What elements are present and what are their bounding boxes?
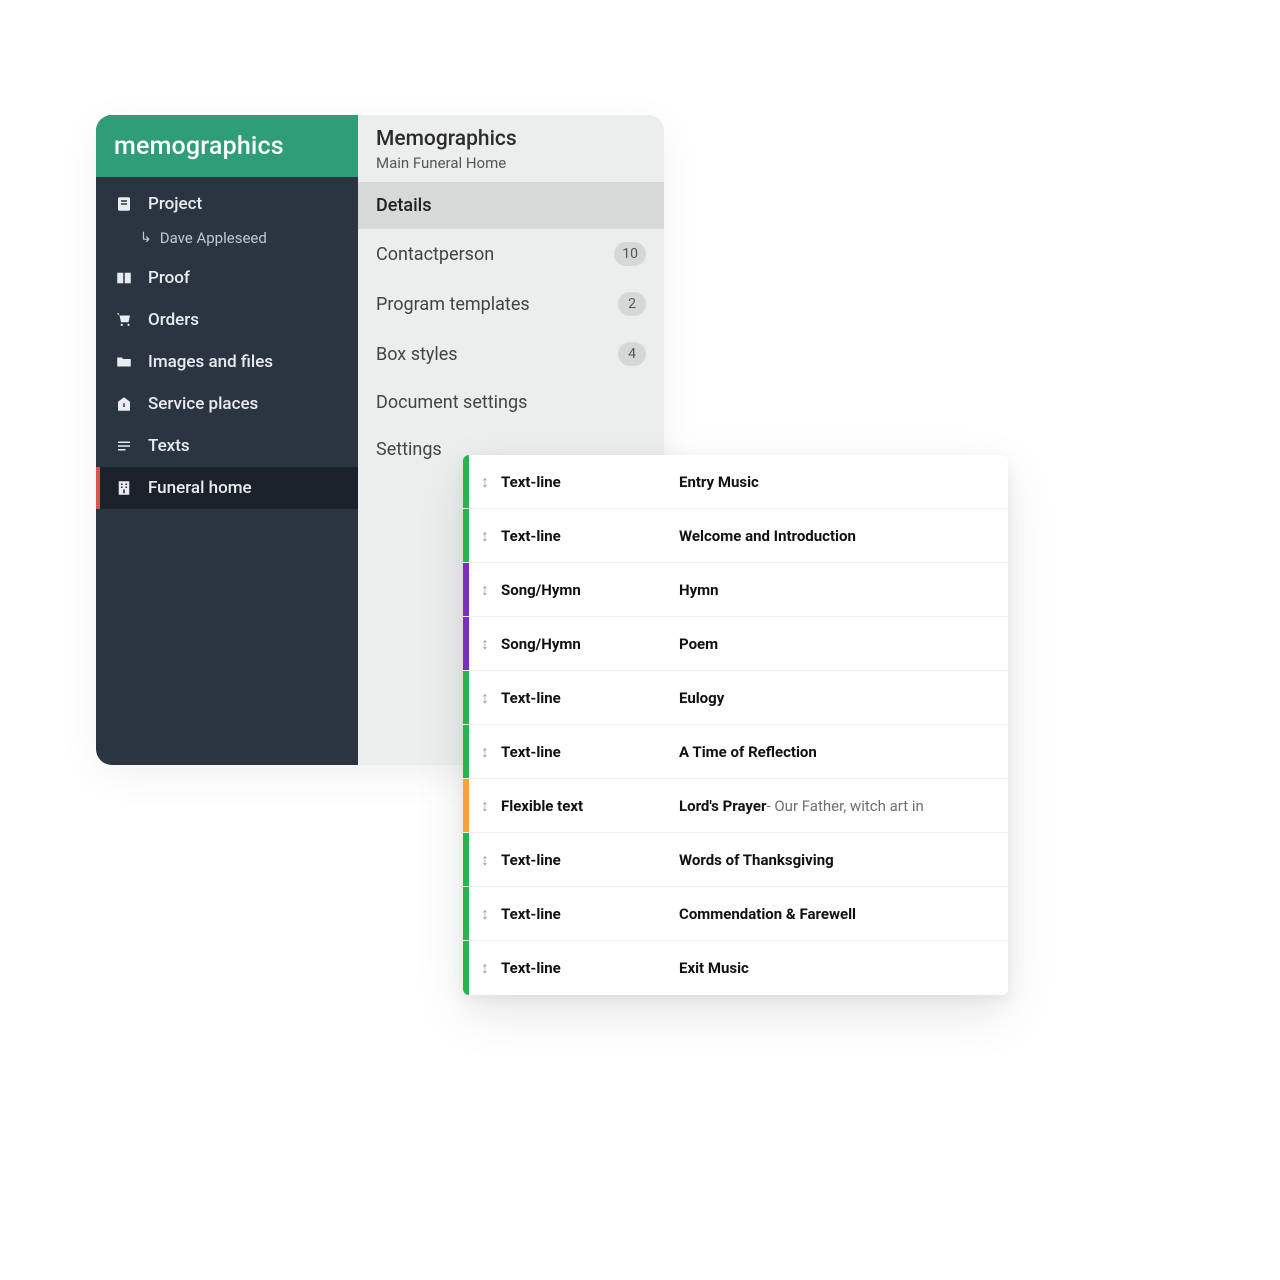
row-type: Text-line [501, 725, 679, 778]
row-title: Hymn [679, 563, 1008, 616]
sidebar-item-service-places[interactable]: Service places [96, 383, 358, 425]
program-row[interactable]: ↕ Song/Hymn Poem [463, 617, 1008, 671]
program-row[interactable]: ↕ Text-line Welcome and Introduction [463, 509, 1008, 563]
drag-handle-icon[interactable]: ↕ [469, 509, 501, 562]
row-title: Words of Thanksgiving [679, 833, 1008, 886]
sidebar-item-project[interactable]: Project [96, 183, 358, 225]
drag-handle-icon[interactable]: ↕ [469, 671, 501, 724]
drag-handle-icon[interactable]: ↕ [469, 563, 501, 616]
sidebar-item-proof[interactable]: Proof [96, 257, 358, 299]
row-title: A Time of Reflection [679, 725, 1008, 778]
row-type: Text-line [501, 509, 679, 562]
row-type: Text-line [501, 887, 679, 940]
places-icon [114, 394, 134, 414]
row-title: Commendation & Farewell [679, 887, 1008, 940]
row-type: Text-line [501, 671, 679, 724]
program-row[interactable]: ↕ Text-line Eulogy [463, 671, 1008, 725]
tab-label: Details [376, 195, 432, 216]
row-title: Lord's Prayer - Our Father, witch art in [679, 779, 1008, 832]
row-type: Flexible text [501, 779, 679, 832]
funeral-home-icon [114, 478, 134, 498]
panel-subtitle: Main Funeral Home [376, 154, 646, 172]
nav-list: Project ↳ Dave Appleseed Proof Orders [96, 177, 358, 509]
sidebar-item-label: Project [148, 194, 202, 214]
panel-title: Memographics [376, 127, 646, 152]
row-type: Text-line [501, 455, 679, 508]
program-row[interactable]: ↕ Text-line Words of Thanksgiving [463, 833, 1008, 887]
tab-program-templates[interactable]: Program templates 2 [358, 279, 664, 329]
drag-handle-icon[interactable]: ↕ [469, 725, 501, 778]
drag-handle-icon[interactable]: ↕ [469, 617, 501, 670]
drag-handle-icon[interactable]: ↕ [469, 833, 501, 886]
project-icon [114, 194, 134, 214]
program-row[interactable]: ↕ Text-line A Time of Reflection [463, 725, 1008, 779]
program-list: ↕ Text-line Entry Music ↕ Text-line Welc… [463, 455, 1008, 995]
tab-label: Program templates [376, 294, 530, 315]
drag-handle-icon[interactable]: ↕ [469, 779, 501, 832]
row-title: Entry Music [679, 455, 1008, 508]
tab-badge: 4 [618, 342, 646, 366]
sidebar-subitem-project-person[interactable]: ↳ Dave Appleseed [96, 225, 358, 257]
proof-icon [114, 268, 134, 288]
sidebar-item-texts[interactable]: Texts [96, 425, 358, 467]
row-title: Exit Music [679, 941, 1008, 995]
row-type: Song/Hymn [501, 563, 679, 616]
tab-label: Contactperson [376, 244, 494, 265]
tab-box-styles[interactable]: Box styles 4 [358, 329, 664, 379]
tab-label: Document settings [376, 392, 527, 413]
tab-list: Details Contactperson 10 Program templat… [358, 182, 664, 473]
drag-handle-icon[interactable]: ↕ [469, 455, 501, 508]
brand-text: memographics [114, 132, 284, 161]
tab-details[interactable]: Details [358, 182, 664, 229]
orders-icon [114, 310, 134, 330]
sidebar-item-label: Images and files [148, 352, 273, 372]
row-title: Welcome and Introduction [679, 509, 1008, 562]
row-title: Poem [679, 617, 1008, 670]
subitem-arrow-icon: ↳ [140, 230, 152, 246]
sidebar-item-label: Orders [148, 310, 199, 330]
program-row[interactable]: ↕ Song/Hymn Hymn [463, 563, 1008, 617]
texts-icon [114, 436, 134, 456]
tab-document-settings[interactable]: Document settings [358, 379, 664, 426]
drag-handle-icon[interactable]: ↕ [469, 887, 501, 940]
sidebar-subitem-label: Dave Appleseed [160, 229, 267, 247]
row-title: Eulogy [679, 671, 1008, 724]
sidebar-item-label: Service places [148, 394, 258, 414]
sidebar-item-orders[interactable]: Orders [96, 299, 358, 341]
sidebar-item-label: Texts [148, 436, 190, 456]
tab-label: Box styles [376, 344, 458, 365]
row-type: Text-line [501, 941, 679, 995]
sidebar: memographics Project ↳ Dave Appleseed Pr… [96, 115, 358, 765]
panel-header: Memographics Main Funeral Home [358, 115, 664, 182]
tab-badge: 10 [614, 242, 646, 266]
sidebar-item-label: Funeral home [148, 478, 252, 498]
sidebar-item-label: Proof [148, 268, 190, 288]
tab-badge: 2 [618, 292, 646, 316]
row-type: Text-line [501, 833, 679, 886]
program-row[interactable]: ↕ Flexible text Lord's Prayer - Our Fath… [463, 779, 1008, 833]
sidebar-item-funeral-home[interactable]: Funeral home [96, 467, 358, 509]
sidebar-item-images[interactable]: Images and files [96, 341, 358, 383]
row-type: Song/Hymn [501, 617, 679, 670]
program-row[interactable]: ↕ Text-line Exit Music [463, 941, 1008, 995]
program-row[interactable]: ↕ Text-line Entry Music [463, 455, 1008, 509]
tab-label: Settings [376, 439, 442, 460]
files-icon [114, 352, 134, 372]
tab-contactperson[interactable]: Contactperson 10 [358, 229, 664, 279]
program-row[interactable]: ↕ Text-line Commendation & Farewell [463, 887, 1008, 941]
drag-handle-icon[interactable]: ↕ [469, 941, 501, 995]
brand-header: memographics [96, 115, 358, 177]
